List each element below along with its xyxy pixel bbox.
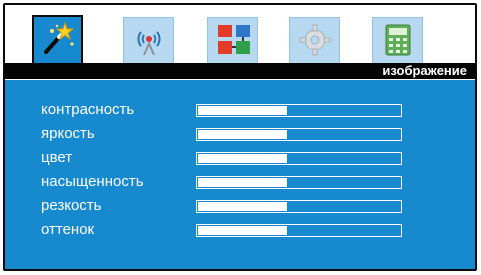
- setting-slider[interactable]: [196, 104, 402, 117]
- tab-bar: [5, 5, 475, 63]
- setting-label: резкость: [41, 197, 102, 214]
- slider-fill: [198, 130, 287, 139]
- setting-slider[interactable]: [196, 200, 402, 213]
- antenna-icon: [137, 31, 161, 55]
- setting-slider[interactable]: [196, 128, 402, 141]
- setting-row-saturation[interactable]: насыщенность: [5, 173, 475, 193]
- tab-calculator[interactable]: [372, 17, 423, 63]
- calculator-icon: [385, 24, 411, 56]
- setting-slider[interactable]: [196, 176, 402, 189]
- setting-label: цвет: [41, 149, 73, 166]
- slider-fill: [198, 154, 287, 163]
- slider-fill: [198, 178, 287, 187]
- tv-osd-menu: изображение контрасность яркость цвет на…: [3, 3, 477, 271]
- slider-fill: [198, 202, 287, 211]
- slider-fill: [198, 106, 287, 115]
- setting-row-color[interactable]: цвет: [5, 149, 475, 169]
- setting-slider[interactable]: [196, 152, 402, 165]
- tab-settings[interactable]: [289, 17, 340, 63]
- magic-wand-icon: [44, 21, 75, 54]
- setting-row-sharpness[interactable]: резкость: [5, 197, 475, 217]
- setting-label: оттенок: [41, 221, 95, 238]
- setting-slider[interactable]: [196, 224, 402, 237]
- slider-fill: [198, 226, 287, 235]
- setting-row-tint[interactable]: оттенок: [5, 221, 475, 241]
- setting-label: контрасность: [41, 101, 135, 118]
- page-title: изображение: [382, 63, 467, 78]
- gear-icon: [299, 24, 331, 56]
- settings-panel: контрасность яркость цвет насыщенность р…: [5, 93, 475, 269]
- tab-picture[interactable]: [32, 15, 83, 63]
- setting-label: яркость: [41, 125, 95, 142]
- network-blocks-icon: [218, 25, 250, 54]
- tab-channels[interactable]: [207, 17, 258, 63]
- setting-label: насыщенность: [41, 173, 144, 190]
- setting-row-brightness[interactable]: яркость: [5, 125, 475, 145]
- tab-signal[interactable]: [123, 17, 174, 63]
- menu-header: изображение: [5, 63, 475, 80]
- setting-row-contrast[interactable]: контрасность: [5, 101, 475, 121]
